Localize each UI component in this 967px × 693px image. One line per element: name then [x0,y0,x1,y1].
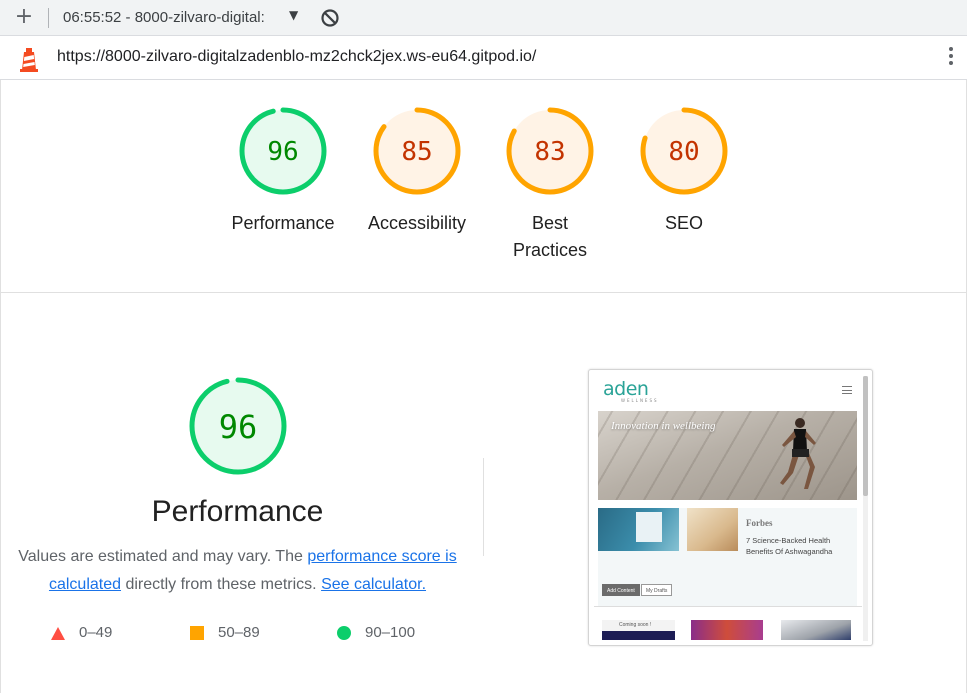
gauge-label: SEO [664,213,703,233]
article-card: Forbes 7 Science-Backed Health Benefits … [598,508,857,606]
coming-soon-tile: Coming soon ! [602,620,675,640]
gauge-ring: 85 [373,107,461,195]
article-image-2 [687,508,738,551]
performance-score: 96 [218,408,257,446]
address-bar: https://8000-zilvaro-digitalzadenblo-mz2… [0,36,967,80]
thumbnail-divider [594,606,862,607]
tab-divider [48,8,49,28]
gauge-performance[interactable]: 96 Performance [218,106,348,237]
new-tab-plus-icon[interactable]: + [12,6,36,30]
gauge-label: Performance [231,213,335,233]
desc-middle: directly from these metrics. [121,576,322,593]
runner-image [780,418,816,489]
page-screenshot-thumbnail[interactable]: aden WELLNESS Innovation in wellbeing For… [588,369,873,646]
article-image-1 [598,508,679,551]
square-icon [190,626,204,641]
thumbnail-scrollbar [863,376,868,641]
gauge-ring: 96 [239,107,327,195]
gauge-score: 96 [267,137,298,167]
more-options-icon[interactable] [944,44,958,72]
legend-average-label: 50–89 [218,624,260,641]
hero-text: Innovation in wellbeing [611,420,716,432]
legend-average: 50–89 [190,624,260,644]
desc-prefix: Values are estimated and may vary. The [18,548,308,565]
circle-icon [337,626,351,641]
legend-fail-label: 0–49 [79,624,113,641]
aden-logo: aden WELLNESS [603,378,659,403]
gauge-label: Best Practices [512,213,588,260]
article-headline: 7 Science-Backed Health Benefits Of Ashw… [746,536,833,556]
block-icon[interactable] [320,8,340,28]
hamburger-menu-icon [842,386,852,394]
triangle-icon [51,626,65,640]
tab-dropdown-caret-icon[interactable]: ▼ [289,8,298,22]
hero-banner: Innovation in wellbeing [598,411,857,500]
tile-image-3 [781,620,851,640]
performance-gauge-large: 96 [0,375,475,477]
section-divider [0,292,967,293]
tab-title[interactable]: 06:55:52 - 8000-zilvaro-digital: [63,9,283,29]
legend-pass-label: 90–100 [365,624,416,641]
performance-ring: 96 [189,377,286,475]
vertical-divider [483,458,484,556]
gauge-ring: 80 [640,107,728,195]
tab-bar: + 06:55:52 - 8000-zilvaro-digital: ▼ [0,0,967,36]
gauge-ring: 83 [506,107,594,195]
gauge-score: 85 [401,137,432,167]
gauge-best-practices[interactable]: 83 Best Practices [485,106,615,264]
performance-title: Performance [151,495,324,528]
url-text[interactable]: https://8000-zilvaro-digitalzadenblo-mz2… [57,48,536,66]
add-content-button: Add Content [602,584,640,596]
gauge-accessibility[interactable]: 85 Accessibility [352,106,482,237]
my-drafts-button: My Drafts [641,584,673,596]
gauge-seo[interactable]: 80 SEO [619,106,749,237]
legend-fail: 0–49 [51,624,112,644]
gauge-label: Accessibility [367,213,467,233]
gauge-score: 80 [668,137,699,167]
tile-image-2 [691,620,763,640]
gauge-score: 83 [534,137,565,167]
legend-pass: 90–100 [337,624,415,644]
performance-description: Values are estimated and may vary. The p… [10,543,465,599]
see-calculator-link[interactable]: See calculator. [321,576,426,593]
article-source: Forbes [746,518,773,528]
lighthouse-logo-icon [20,48,38,72]
